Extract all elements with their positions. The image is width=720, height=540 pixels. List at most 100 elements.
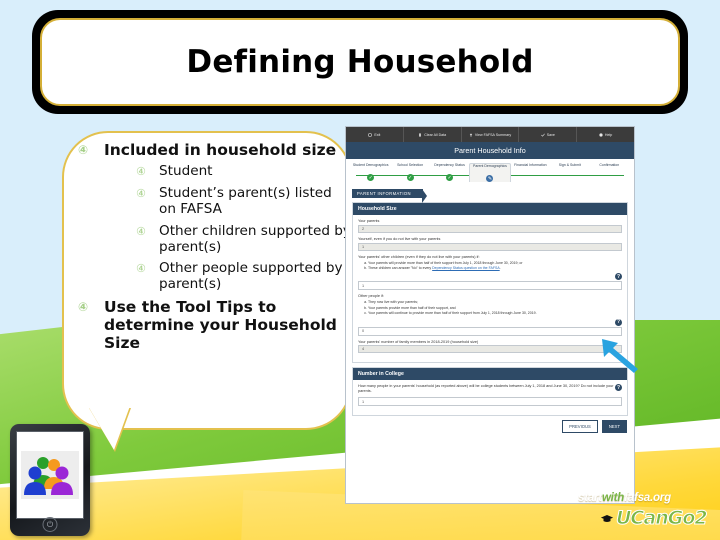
wm-with: with: [601, 492, 625, 504]
other-children-conditions: Your parents will provide more than half…: [358, 261, 622, 272]
bullet-item-other-people: ④ Other people supported by parent(s): [132, 260, 353, 293]
bullet-label-prefix: Use the: [104, 298, 177, 317]
bullet-label: Student: [159, 162, 213, 179]
bullet-list-container: ④ Included in household size ④ Student ④…: [78, 141, 353, 358]
step-label: Confirmation: [599, 163, 620, 167]
toolbar-exit-button[interactable]: Exit: [346, 127, 404, 142]
other-people-field[interactable]: 0: [358, 326, 622, 336]
bullet-label-emphasis: Tool Tips: [176, 298, 253, 317]
bullet-item-tool-tips: ④ Use the Tool Tips to determine your Ho…: [78, 298, 353, 353]
help-icon[interactable]: ?: [615, 273, 622, 281]
bullet-glyph-icon: ④: [78, 300, 89, 315]
help-icon[interactable]: ?: [615, 384, 622, 392]
question-icon: [599, 132, 603, 137]
progress-steps: Student Demographics ✓ School Selection …: [346, 159, 634, 182]
step-label: School Selection: [397, 163, 424, 167]
annotation-arrow-icon: [602, 339, 638, 373]
step-label: Student Demographics: [352, 163, 389, 167]
other-people-intro: Other people if:: [358, 294, 384, 299]
previous-button[interactable]: PREVIOUS: [562, 420, 598, 434]
step-student-demographics[interactable]: Student Demographics ✓: [351, 163, 390, 182]
condition-item: Your parents will provide more than half…: [368, 261, 622, 266]
slide-canvas: Defining Household ④ Included in househo…: [0, 0, 720, 540]
step-status-check-icon: ✓: [367, 174, 375, 181]
number-in-college-card: Number in College ? How many people in y…: [352, 367, 628, 417]
toolbar-label: Clear All Data: [424, 132, 447, 137]
household-size-header: Household Size: [353, 203, 627, 215]
bullet-item-parents: ④ Student’s parent(s) listed on FAFSA: [132, 184, 353, 218]
your-parents-label: Your parents: [358, 219, 380, 223]
bullet-glyph-icon: ④: [136, 164, 146, 178]
step-status-check-icon: ✓: [446, 174, 454, 181]
fafsa-form-body: Student Demographics ✓ School Selection …: [346, 159, 634, 503]
group-of-people-svg: [21, 451, 79, 499]
tablet-screen: [16, 431, 84, 519]
section-tab-parent-information: PARENT INFORMATION: [352, 189, 427, 203]
ucango2-logo: UCanGo2: [600, 507, 709, 530]
wm-rest: fafsa.org: [624, 492, 671, 504]
wm-start: start: [578, 492, 602, 504]
household-size-body: Your parents 2 Yourself, even if you do …: [353, 215, 627, 362]
household-size-card: Household Size Your parents 2 Yourself, …: [352, 202, 628, 364]
step-label: Parent Demographics: [473, 164, 507, 168]
family-members-label: Your parents' number of family members i…: [358, 339, 479, 344]
number-in-college-header: Number in College: [353, 368, 627, 381]
number-in-college-field[interactable]: 1: [358, 397, 622, 407]
step-school-selection[interactable]: School Selection ✓: [390, 163, 429, 182]
page-title: Defining Household: [186, 44, 534, 80]
graduation-cap-icon: [600, 514, 614, 522]
family-members-field: 4: [358, 345, 622, 354]
ucango2-text: UCanGo2: [616, 507, 709, 530]
startwithfafsa-watermark: startwithfafsa.org: [578, 492, 671, 504]
toolbar-save-button[interactable]: Save: [519, 127, 578, 142]
toolbar-view-fafsa-summary-button[interactable]: View FAFSA Summary: [462, 127, 520, 142]
step-label: Dependency Status: [434, 163, 465, 167]
bullet-label: Other children supported by parent(s): [159, 222, 351, 255]
fafsa-screenshot-panel: Exit Clear All Data View FAFSA Summary S…: [345, 126, 635, 504]
number-in-college-question: ? How many people in your parents' house…: [358, 384, 622, 394]
toolbar-label: Save: [546, 132, 555, 137]
toolbar-label: Help: [604, 132, 613, 137]
help-icon[interactable]: ?: [615, 318, 622, 326]
other-children-intro: Your parents' other children (even if th…: [358, 254, 480, 259]
next-button[interactable]: NEXT: [601, 420, 627, 434]
yourself-label: Yourself, even if you do not live with y…: [358, 236, 441, 241]
page-banner: Parent Household Info: [346, 142, 634, 159]
bullet-list-level-2: ④ Student ④ Student’s parent(s) listed o…: [104, 162, 353, 293]
bullet-label: Student’s parent(s) listed on FAFSA: [159, 184, 332, 217]
bullet-glyph-icon: ④: [136, 262, 146, 276]
bullet-glyph-icon: ④: [136, 224, 146, 238]
fafsa-toolbar: Exit Clear All Data View FAFSA Summary S…: [346, 127, 634, 142]
bullet-item-included: ④ Included in household size ④ Student ④…: [78, 141, 353, 293]
other-people-conditions: They now live with your parents; Your pa…: [358, 300, 622, 316]
number-in-college-body: ? How many people in your parents' house…: [353, 380, 627, 415]
help-row: ?: [358, 318, 622, 326]
step-label: Sign & Submit: [558, 163, 581, 167]
step-sign-and-submit[interactable]: Sign & Submit: [550, 163, 589, 182]
tablet-graphic: ⏻: [10, 424, 90, 536]
bullet-glyph-icon: ④: [136, 186, 146, 200]
other-children-field[interactable]: 1: [358, 281, 622, 291]
power-icon: [368, 132, 373, 137]
bullet-label: Included in household size: [104, 141, 337, 159]
title-banner-inner: Defining Household: [40, 18, 680, 106]
speech-bubble-tail: [88, 406, 130, 450]
toolbar-label: Exit: [374, 132, 381, 137]
dependency-status-link[interactable]: Dependency Status question on the FAFSA: [432, 266, 500, 270]
step-confirmation[interactable]: Confirmation: [590, 163, 629, 182]
check-icon: [540, 133, 545, 137]
yourself-field: 1: [358, 242, 622, 251]
bullet-item-other-children: ④ Other children supported by parent(s): [132, 222, 353, 256]
step-financial-information[interactable]: Financial Information: [511, 163, 550, 182]
step-status-check-icon: ✓: [406, 174, 414, 181]
step-dependency-status[interactable]: Dependency Status ✓: [430, 163, 469, 182]
eraser-icon: [419, 132, 422, 137]
toolbar-help-button[interactable]: Help: [577, 127, 634, 142]
bullet-label: Other people supported by parent(s): [159, 260, 343, 293]
group-of-people-icon: [21, 451, 79, 499]
tablet-home-button-icon: ⏻: [42, 517, 58, 532]
step-parent-demographics[interactable]: Parent Demographics ✎: [469, 163, 511, 182]
toolbar-clear-all-data-button[interactable]: Clear All Data: [404, 127, 462, 142]
condition-item: Your parents will continue to provide mo…: [368, 311, 622, 316]
help-row: ?: [358, 273, 622, 281]
